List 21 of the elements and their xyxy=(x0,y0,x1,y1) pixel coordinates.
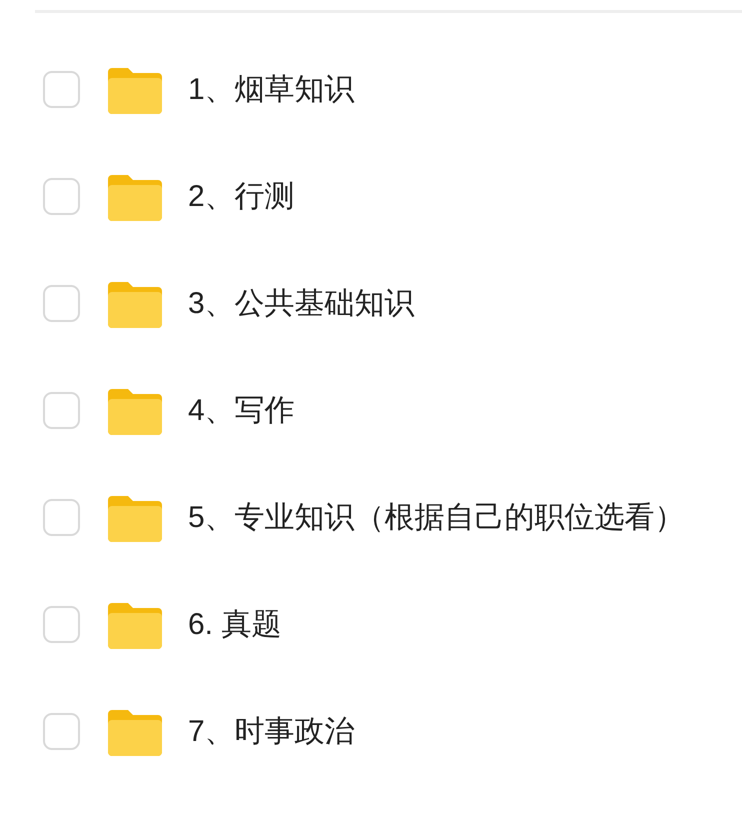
folder-name[interactable]: 5、专业知识（根据自己的职位选看） xyxy=(188,495,685,540)
folder-icon xyxy=(108,386,162,434)
checkbox[interactable] xyxy=(43,499,80,536)
folder-name[interactable]: 7、时事政治 xyxy=(188,709,355,754)
folder-name[interactable]: 2、行测 xyxy=(188,174,295,219)
checkbox[interactable] xyxy=(43,606,80,643)
folder-name[interactable]: 6. 真题 xyxy=(188,602,282,647)
folder-icon xyxy=(108,600,162,648)
folder-name[interactable]: 4、写作 xyxy=(188,388,295,433)
folder-icon xyxy=(108,280,162,328)
checkbox[interactable] xyxy=(43,71,80,108)
folder-icon xyxy=(108,494,162,542)
folder-name[interactable]: 1、烟草知识 xyxy=(188,67,355,112)
checkbox[interactable] xyxy=(43,178,80,215)
checkbox[interactable] xyxy=(43,713,80,750)
checkbox[interactable] xyxy=(43,285,80,322)
checkbox[interactable] xyxy=(43,392,80,429)
folder-icon xyxy=(108,172,162,220)
folder-icon xyxy=(108,708,162,756)
folder-icon xyxy=(108,66,162,114)
folder-name[interactable]: 3、公共基础知识 xyxy=(188,281,415,326)
